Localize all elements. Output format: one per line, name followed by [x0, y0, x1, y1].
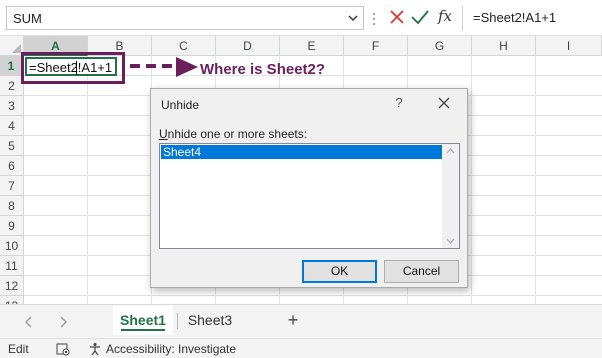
formula-bar: SUM fx =Sheet2!A1+1 [0, 0, 602, 36]
sheets-list-label: Unhide one or more sheets: [159, 127, 307, 141]
tab-sheet3[interactable]: Sheet3 [180, 305, 240, 335]
active-tab-indicator [121, 329, 165, 331]
formula-text: =Sheet2!A1+1 [473, 10, 557, 25]
list-item-sheet4[interactable]: Sheet4 [161, 145, 442, 159]
gridline [87, 56, 88, 304]
hidden-sheets-list[interactable]: Sheet4 [159, 143, 460, 249]
column-header-h[interactable]: H [472, 36, 536, 56]
status-bar: Edit Accessibility: Investigate [0, 338, 602, 358]
status-mode: Edit [8, 342, 29, 356]
gridline [471, 56, 472, 304]
label-text: nhide one or more sheets: [167, 127, 308, 141]
cancel-button[interactable]: Cancel [384, 260, 459, 283]
column-header-f[interactable]: F [344, 36, 408, 56]
tab-divider [177, 313, 178, 329]
annotation-highlight-box [21, 52, 125, 84]
scroll-down-icon[interactable] [446, 238, 455, 244]
list-scrollbar[interactable] [442, 144, 459, 248]
column-header-i[interactable]: I [536, 36, 602, 56]
column-header-g[interactable]: G [408, 36, 472, 56]
add-sheet-button[interactable]: + [282, 305, 304, 335]
row-header-9[interactable]: 9 [0, 216, 24, 236]
row-header-4[interactable]: 4 [0, 116, 24, 136]
column-header-e[interactable]: E [280, 36, 344, 56]
accessibility-status[interactable]: Accessibility: Investigate [106, 342, 236, 356]
annotation-text: Where is Sheet2? [200, 61, 326, 78]
insert-function-button[interactable]: fx [434, 5, 456, 27]
row-header-10[interactable]: 10 [0, 236, 24, 256]
drag-handle-icon[interactable] [372, 12, 376, 26]
name-box-value: SUM [13, 11, 42, 26]
row-header-6[interactable]: 6 [0, 156, 24, 176]
row-header-8[interactable]: 8 [0, 196, 24, 216]
gridline [24, 295, 602, 296]
ok-button[interactable]: OK [302, 260, 377, 283]
row-header-11[interactable]: 11 [0, 256, 24, 276]
accessibility-icon[interactable] [88, 342, 102, 356]
chevron-right-icon[interactable] [56, 315, 70, 329]
cancel-icon[interactable] [388, 8, 406, 26]
row-header-7[interactable]: 7 [0, 176, 24, 196]
name-box[interactable]: SUM [6, 6, 364, 30]
row-header-13[interactable]: 13 [0, 296, 24, 304]
scroll-up-icon[interactable] [446, 148, 455, 154]
row-header-3[interactable]: 3 [0, 96, 24, 116]
formula-input[interactable]: =Sheet2!A1+1 [462, 6, 602, 30]
row-header-12[interactable]: 12 [0, 276, 24, 296]
column-header-d[interactable]: D [216, 36, 280, 56]
column-header-c[interactable]: C [152, 36, 216, 56]
chevron-down-icon[interactable] [347, 9, 359, 27]
annotation-arrow-icon [130, 57, 198, 77]
gridline [535, 56, 536, 304]
tab-sheet1[interactable]: Sheet1 [113, 305, 173, 335]
sheet-tabs-bar: Sheet1 Sheet3 + [0, 304, 602, 338]
enter-check-icon[interactable] [410, 8, 430, 26]
row-header-5[interactable]: 5 [0, 136, 24, 156]
tab-label: Sheet1 [120, 312, 166, 328]
help-button[interactable]: ? [391, 95, 407, 111]
dialog-title: Unhide [161, 98, 200, 112]
macro-record-icon[interactable] [56, 342, 70, 356]
close-icon[interactable] [433, 93, 455, 113]
unhide-dialog: Unhide ? Unhide one or more sheets: Shee… [150, 88, 468, 288]
label-accelerator: U [159, 127, 168, 141]
chevron-left-icon[interactable] [22, 315, 36, 329]
